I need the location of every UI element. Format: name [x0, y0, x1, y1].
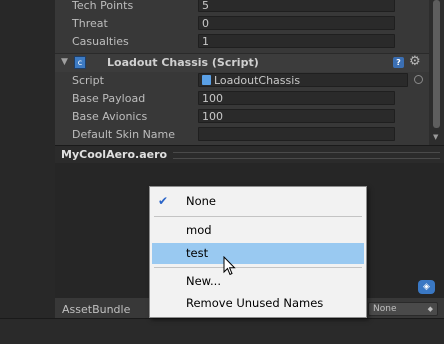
label-tag-icon[interactable]: ◈	[418, 280, 435, 294]
menu-item-label: New...	[186, 274, 221, 288]
gear-icon[interactable]: ⚙	[409, 54, 421, 69]
help-icon[interactable]: ?	[393, 57, 404, 68]
menu-item-test[interactable]: test	[152, 243, 364, 264]
left-panel	[0, 0, 55, 318]
field-label: Casualties	[72, 35, 129, 48]
inspector-panel: Tech Points 5 Threat 0 Casualties 1 ▼ c …	[55, 0, 444, 145]
asset-bundle-menu: ✔ None mod test New... Remove Unused Nam…	[149, 186, 367, 318]
field-row-base-payload: Base Payload 100	[55, 90, 429, 108]
script-field-value: LoadoutChassis	[214, 74, 301, 87]
field-label: Tech Points	[72, 0, 134, 12]
field-label: Base Payload	[72, 92, 146, 105]
menu-separator	[154, 267, 362, 268]
field-row-script: Script LoadoutChassis	[55, 72, 429, 90]
preview-header[interactable]: MyCoolAero.aero	[55, 145, 444, 164]
scroll-down-arrow-icon[interactable]: ▼	[433, 133, 438, 141]
threat-field[interactable]: 0	[198, 16, 395, 30]
default-skin-name-field[interactable]	[198, 127, 395, 141]
component-header[interactable]: ▼ c Loadout Chassis (Script) ? ⚙	[55, 54, 429, 72]
menu-item-label: mod	[186, 223, 212, 237]
field-row-tech-points: Tech Points 5	[55, 0, 429, 15]
field-label: Script	[72, 74, 104, 87]
field-label: Base Avionics	[72, 110, 148, 123]
mouse-cursor-icon	[223, 256, 236, 276]
checkmark-icon: ✔	[158, 194, 169, 208]
field-label: Threat	[72, 17, 108, 30]
field-row-base-avionics: Base Avionics 100	[55, 108, 429, 126]
field-row-casualties: Casualties 1	[55, 33, 429, 51]
footer-bar	[0, 318, 444, 344]
casualties-field[interactable]: 1	[198, 34, 395, 48]
menu-item-label: None	[186, 194, 217, 208]
fold-arrow-icon[interactable]: ▼	[61, 57, 68, 67]
menu-separator	[154, 216, 362, 217]
menu-item-remove-unused-names[interactable]: Remove Unused Names	[152, 293, 364, 314]
object-picker-icon[interactable]	[414, 75, 423, 84]
field-row-threat: Threat 0	[55, 15, 429, 33]
drag-handle[interactable]	[173, 152, 440, 159]
asset-bundle-variant-value: None	[373, 304, 397, 314]
menu-item-label: Remove Unused Names	[186, 296, 324, 310]
menu-item-label: test	[186, 246, 209, 260]
menu-item-none[interactable]: ✔ None	[152, 191, 364, 212]
menu-item-new[interactable]: New...	[152, 271, 364, 292]
field-row-default-skin-name: Default Skin Name	[55, 126, 429, 144]
base-avionics-field[interactable]: 100	[198, 109, 395, 123]
asset-bundle-label: AssetBundle	[62, 303, 131, 316]
scrollbar-thumb[interactable]	[433, 0, 440, 128]
script-file-icon	[202, 75, 211, 85]
component-title: Loadout Chassis (Script)	[107, 56, 259, 69]
field-label: Default Skin Name	[72, 128, 176, 141]
script-component-icon: c	[74, 56, 86, 69]
preview-title: MyCoolAero.aero	[61, 148, 168, 161]
asset-bundle-variant-dropdown[interactable]: None ◆	[368, 302, 438, 316]
tech-points-field[interactable]: 5	[198, 0, 395, 12]
menu-item-mod[interactable]: mod	[152, 220, 364, 241]
dropdown-arrows-icon: ◆	[427, 305, 433, 313]
base-payload-field[interactable]: 100	[198, 91, 395, 105]
inspector-scrollbar[interactable]: ▼	[429, 0, 444, 145]
script-field[interactable]: LoadoutChassis	[198, 73, 408, 87]
